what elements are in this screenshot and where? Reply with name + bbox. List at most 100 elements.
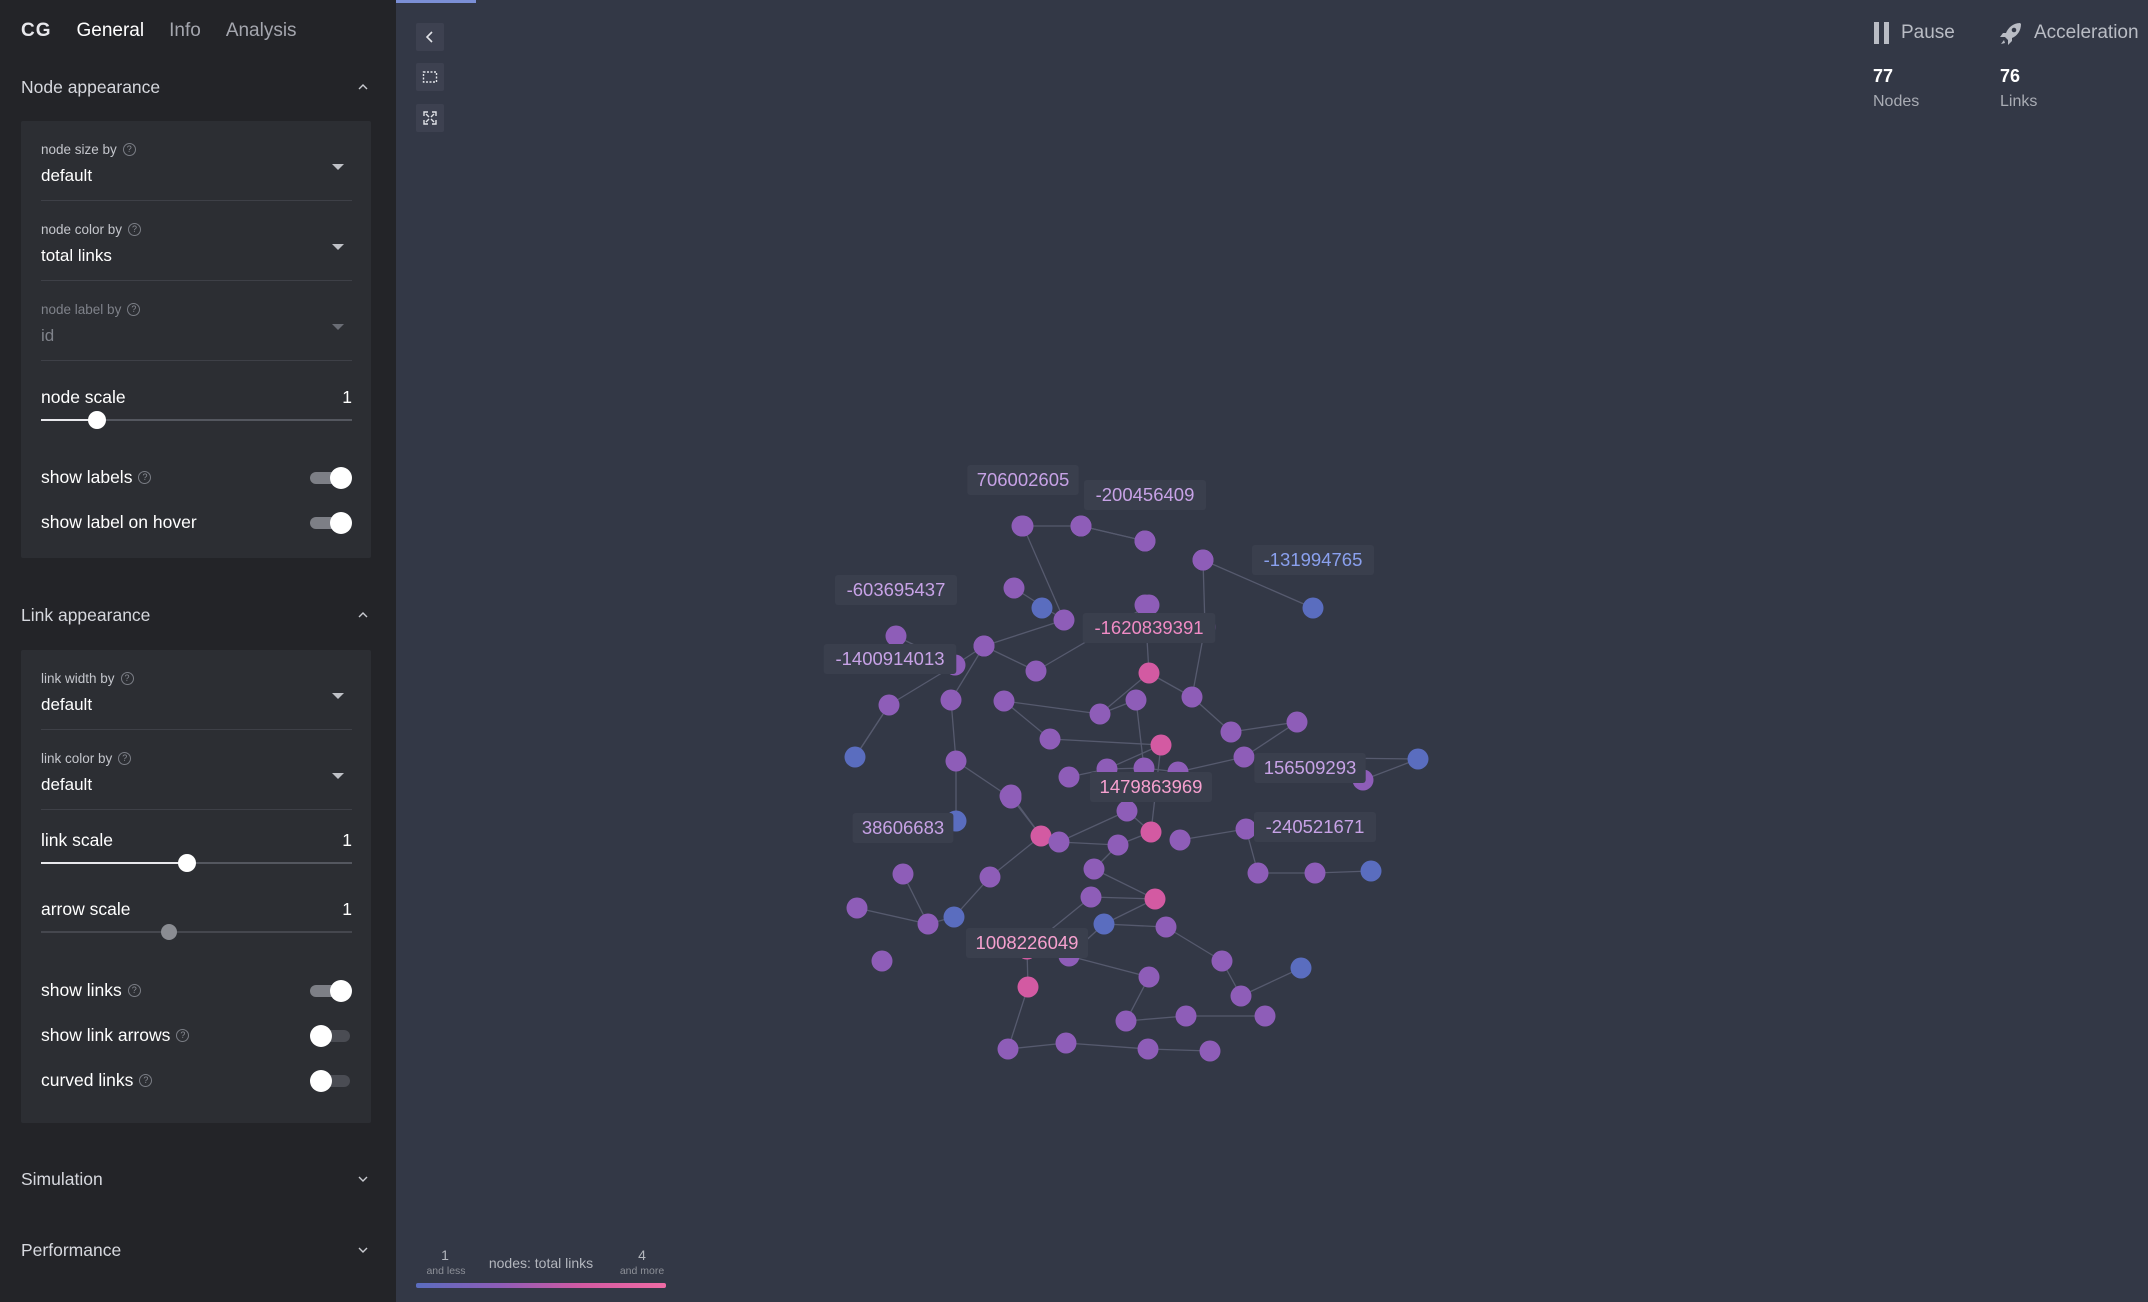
- graph-node[interactable]: [1012, 515, 1034, 537]
- graph-node[interactable]: [1003, 577, 1025, 599]
- graph-node[interactable]: [1233, 746, 1255, 768]
- graph-node[interactable]: [1000, 784, 1022, 806]
- graph-node[interactable]: [871, 950, 893, 972]
- graph-node[interactable]: [1302, 597, 1324, 619]
- link-width-by-select[interactable]: link width by? default: [41, 650, 352, 730]
- graph-node[interactable]: [1220, 721, 1242, 743]
- graph-node[interactable]: [1235, 818, 1257, 840]
- graph-node[interactable]: [1150, 734, 1172, 756]
- simulation-header[interactable]: Simulation: [21, 1164, 371, 1194]
- graph-node[interactable]: [846, 897, 868, 919]
- graph-node[interactable]: [1115, 1010, 1137, 1032]
- link-appearance-header[interactable]: Link appearance: [21, 600, 371, 630]
- help-icon[interactable]: ?: [127, 303, 141, 316]
- show-label-on-hover-toggle[interactable]: [310, 512, 352, 534]
- graph-node[interactable]: [1030, 825, 1052, 847]
- graph-node[interactable]: [1053, 609, 1075, 631]
- slider-track[interactable]: [41, 411, 352, 429]
- graph-node[interactable]: [885, 625, 907, 647]
- acceleration-button[interactable]: Acceleration: [1998, 20, 2139, 46]
- graph-node[interactable]: [940, 689, 962, 711]
- graph-node[interactable]: [1070, 515, 1092, 537]
- graph-node[interactable]: [1360, 860, 1382, 882]
- graph-node[interactable]: [1230, 985, 1252, 1007]
- graph-node[interactable]: [1080, 886, 1102, 908]
- node-scale-slider[interactable]: node scale 1: [41, 375, 352, 455]
- graph-node[interactable]: [1199, 1040, 1221, 1062]
- fit-view-button[interactable]: [416, 104, 444, 132]
- graph-node[interactable]: [1140, 821, 1162, 843]
- graph-node[interactable]: [1286, 711, 1308, 733]
- collapse-sidebar-button[interactable]: [416, 23, 444, 51]
- graph-node[interactable]: [1192, 549, 1214, 571]
- graph-node[interactable]: [917, 913, 939, 935]
- graph-node[interactable]: [1058, 766, 1080, 788]
- graph-node[interactable]: [1290, 957, 1312, 979]
- graph-node[interactable]: [993, 690, 1015, 712]
- graph-node[interactable]: [1247, 862, 1269, 884]
- help-icon[interactable]: ?: [176, 1029, 190, 1042]
- node-appearance-header[interactable]: Node appearance: [21, 72, 371, 102]
- show-link-arrows-toggle[interactable]: [310, 1025, 352, 1047]
- tab-analysis[interactable]: Analysis: [226, 20, 297, 42]
- graph-node[interactable]: [844, 746, 866, 768]
- graph-node[interactable]: [1169, 829, 1191, 851]
- graph-node[interactable]: [1083, 858, 1105, 880]
- graph-node[interactable]: [1144, 888, 1166, 910]
- help-icon[interactable]: ?: [139, 1074, 153, 1087]
- slider-thumb[interactable]: [87, 411, 106, 429]
- graph-node[interactable]: [1048, 831, 1070, 853]
- graph-node[interactable]: [878, 694, 900, 716]
- help-icon[interactable]: ?: [128, 223, 142, 236]
- help-icon[interactable]: ?: [122, 143, 136, 156]
- graph-node[interactable]: [1211, 950, 1233, 972]
- link-color-by-select[interactable]: link color by? default: [41, 730, 352, 810]
- graph-node[interactable]: [1138, 966, 1160, 988]
- select-area-button[interactable]: [416, 63, 444, 91]
- graph-node[interactable]: [1181, 686, 1203, 708]
- selection-rectangle-icon: [422, 71, 438, 83]
- node-color-by-select[interactable]: node color by? total links: [41, 201, 352, 281]
- graph-node[interactable]: [1039, 728, 1061, 750]
- curved-links-toggle[interactable]: [310, 1070, 352, 1092]
- tab-general[interactable]: General: [77, 20, 145, 42]
- graph-node[interactable]: [1407, 748, 1429, 770]
- help-icon[interactable]: ?: [127, 984, 141, 997]
- graph-node[interactable]: [1254, 1005, 1276, 1027]
- graph-node[interactable]: [1155, 916, 1177, 938]
- graph-node[interactable]: [1134, 594, 1156, 616]
- graph-node[interactable]: [1134, 530, 1156, 552]
- pause-button[interactable]: Pause: [1873, 20, 1955, 46]
- graph-node[interactable]: [945, 750, 967, 772]
- graph-node[interactable]: [1304, 862, 1326, 884]
- graph-node[interactable]: [1175, 1005, 1197, 1027]
- graph-node[interactable]: [1031, 597, 1053, 619]
- graph-node[interactable]: [1093, 913, 1115, 935]
- help-icon[interactable]: ?: [138, 471, 152, 484]
- graph-node[interactable]: [1017, 976, 1039, 998]
- graph-node[interactable]: [1107, 834, 1129, 856]
- link-scale-slider[interactable]: link scale 1: [41, 818, 352, 898]
- show-labels-toggle[interactable]: [310, 467, 352, 489]
- graph-node[interactable]: [1116, 800, 1138, 822]
- performance-header[interactable]: Performance: [21, 1235, 371, 1265]
- graph-node[interactable]: [1089, 703, 1111, 725]
- graph-node[interactable]: [943, 906, 965, 928]
- node-size-by-select[interactable]: node size by? default: [41, 121, 352, 201]
- graph-node[interactable]: [1025, 660, 1047, 682]
- help-icon[interactable]: ?: [118, 752, 132, 765]
- graph-node[interactable]: [1055, 1032, 1077, 1054]
- graph-canvas[interactable]: 706002605 -200456409 -131994765 -603695437 -…: [396, 0, 2148, 1302]
- tab-info[interactable]: Info: [169, 20, 201, 42]
- help-icon[interactable]: ?: [120, 672, 134, 685]
- show-links-toggle[interactable]: [310, 980, 352, 1002]
- graph-node[interactable]: [979, 866, 1001, 888]
- graph-node[interactable]: [892, 863, 914, 885]
- graph-node[interactable]: [973, 635, 995, 657]
- graph-node[interactable]: [1125, 689, 1147, 711]
- slider-thumb[interactable]: [178, 854, 197, 872]
- graph-node[interactable]: [1137, 1038, 1159, 1060]
- slider-track[interactable]: [41, 854, 352, 872]
- graph-node[interactable]: [1138, 662, 1160, 684]
- graph-node[interactable]: [997, 1038, 1019, 1060]
